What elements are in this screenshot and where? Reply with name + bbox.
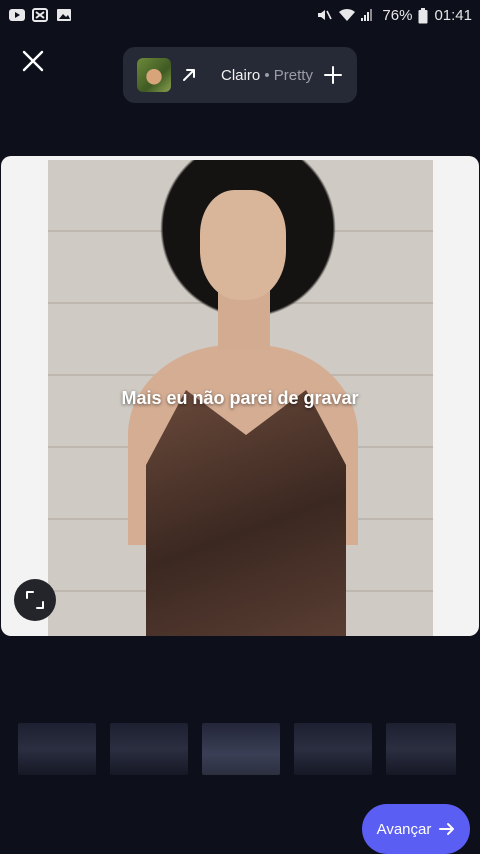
wifi-icon (338, 8, 356, 22)
gallery-icon (56, 8, 72, 22)
arrow-right-icon (439, 823, 455, 835)
next-label: Avançar (376, 820, 432, 838)
music-selector[interactable]: Clairo • Pretty (123, 47, 357, 103)
status-right: 76% 01:41 (316, 7, 472, 24)
status-left-icons (8, 8, 72, 22)
youtube-icon (8, 8, 25, 22)
plus-icon (324, 66, 342, 84)
close-icon (22, 50, 44, 72)
capcut-icon (32, 8, 48, 22)
text-overlay[interactable]: Mais eu não parei de gravar (1, 388, 479, 409)
timeline-frame[interactable] (202, 723, 280, 775)
next-button[interactable]: Avançar (362, 804, 470, 854)
music-title: Clairo • Pretty (221, 67, 313, 84)
music-artist: Clairo (221, 66, 261, 84)
photo-face (200, 190, 286, 300)
signal-icon (360, 8, 376, 22)
timeline-frame[interactable] (294, 723, 372, 775)
arrow-up-right-icon (183, 69, 195, 81)
media-preview[interactable]: Mais eu não parei de gravar (1, 156, 479, 636)
add-music-button[interactable] (321, 63, 345, 87)
battery-percent: 76% (382, 6, 413, 24)
clock: 01:41 (434, 6, 472, 24)
close-button[interactable] (16, 44, 50, 78)
music-track: • Pretty (260, 66, 313, 84)
timeline-frame[interactable] (18, 723, 96, 775)
album-thumbnail (137, 58, 171, 92)
battery-icon (418, 8, 428, 24)
expand-icon (26, 591, 44, 609)
timeline-frame[interactable] (110, 723, 188, 775)
expand-button[interactable] (14, 579, 56, 621)
timeline-strip[interactable] (18, 723, 480, 779)
mute-icon (316, 8, 333, 22)
status-bar: 76% 01:41 (0, 0, 480, 30)
timeline-frame[interactable] (386, 723, 456, 775)
